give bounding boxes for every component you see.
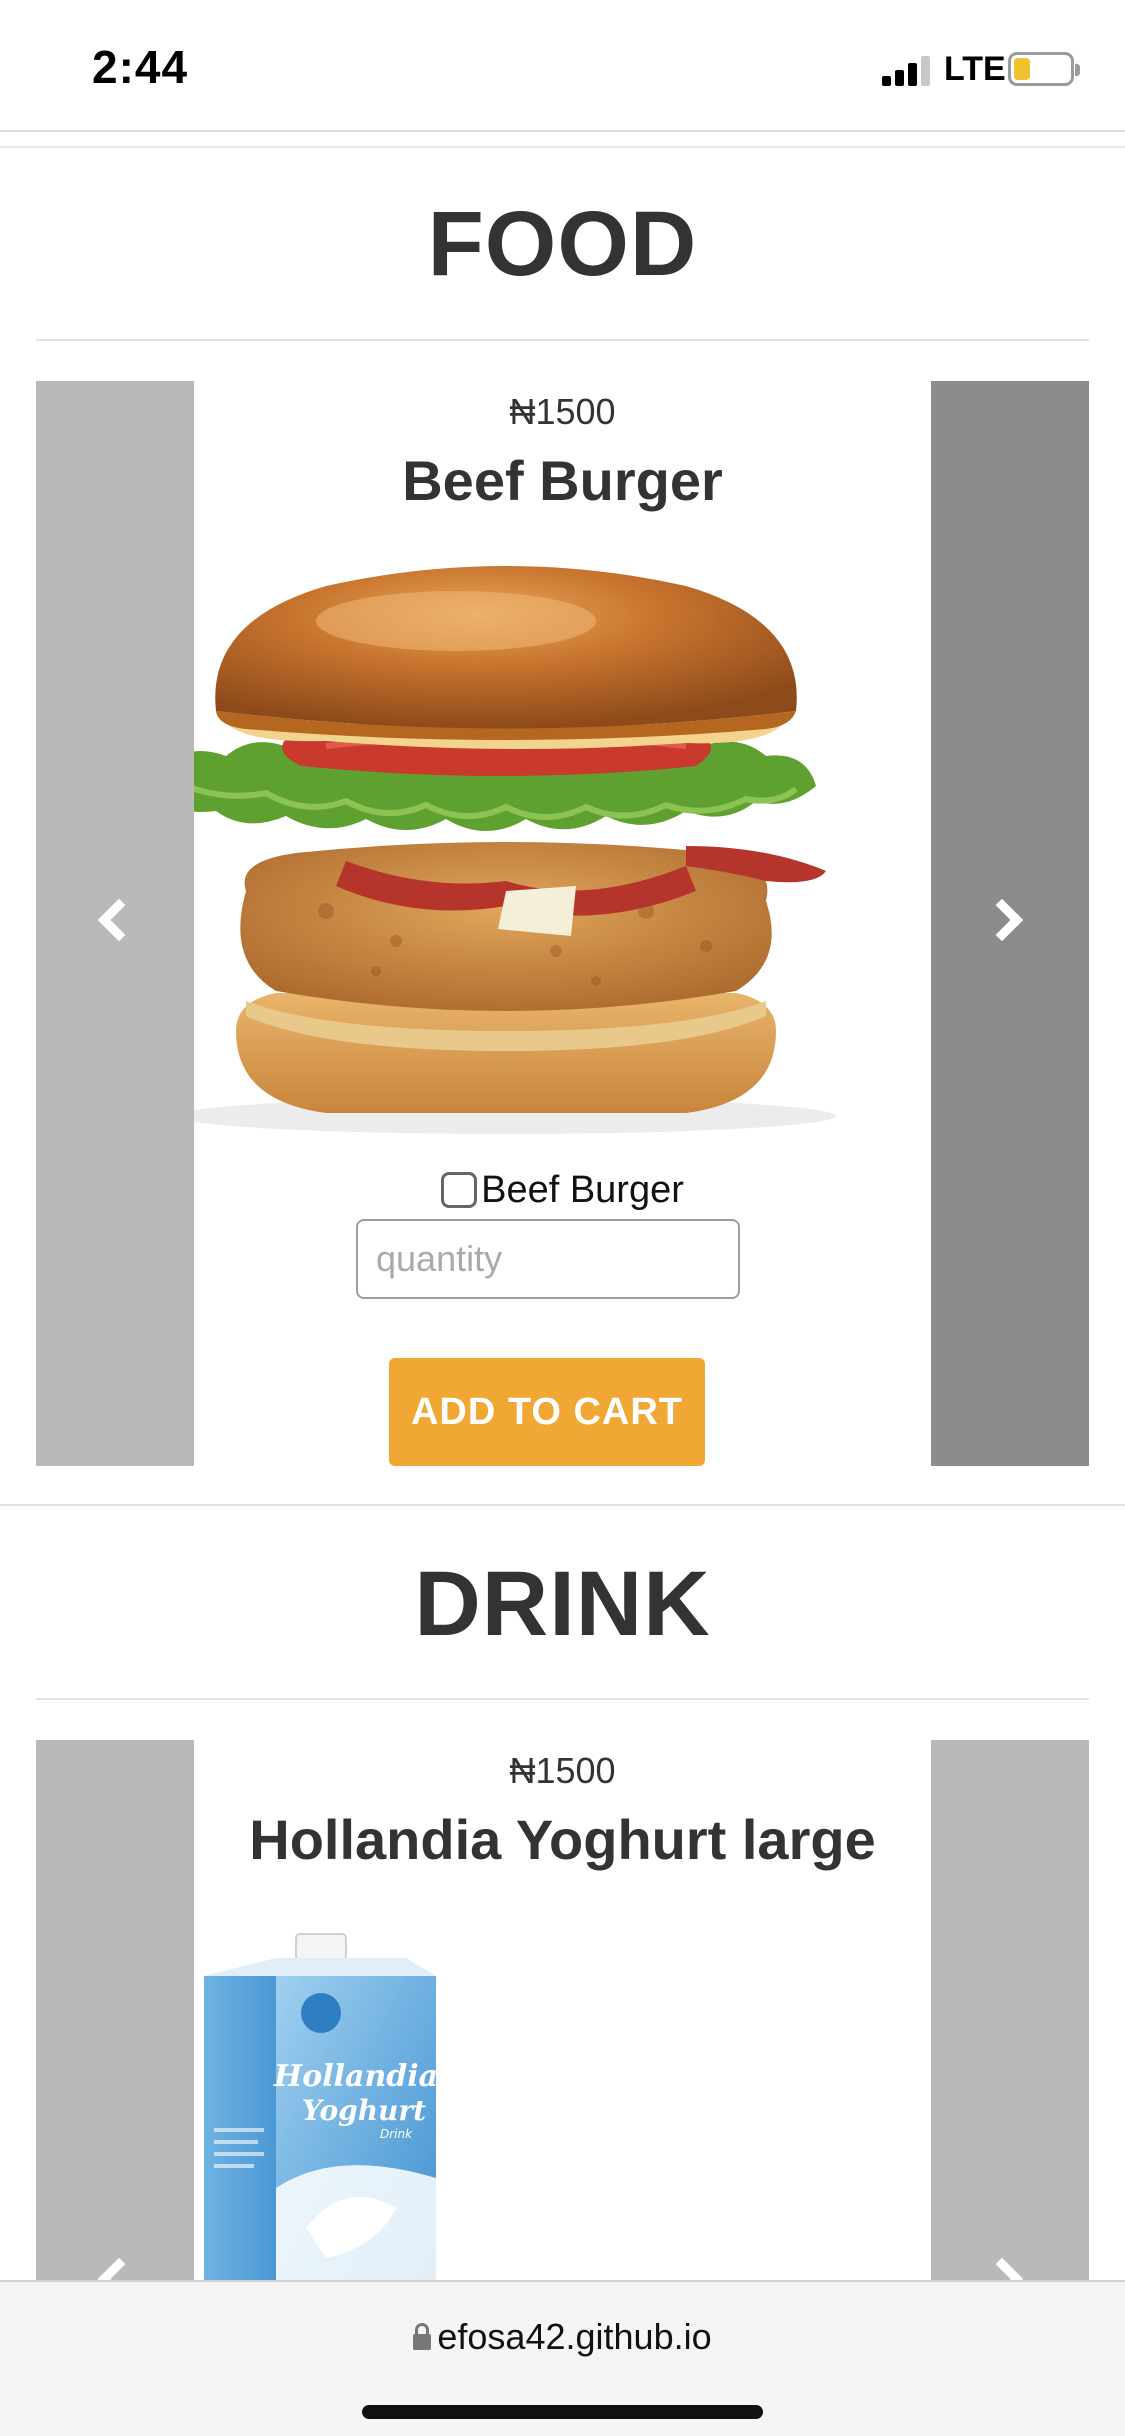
checkbox-label: Beef Burger [481,1169,684,1211]
signal-icon [882,54,932,86]
battery-icon [1008,52,1080,86]
address-bar[interactable]: efosa42.github.io [0,2316,1125,2358]
chevron-left-icon [97,898,141,942]
hollandia-yoghurt-image: Hollandia Yoghurt Drink [204,1933,438,2300]
network-label: LTE [944,50,1006,88]
status-bar: 2:44 LTE [0,0,1125,132]
beef-burger-image [156,566,836,1134]
section-divider [36,339,1089,341]
product-checkbox[interactable] [441,1172,478,1208]
add-to-cart-button[interactable]: ADD TO CART [389,1358,705,1466]
carousel-prev-button[interactable] [36,381,194,1466]
lock-icon [413,2323,432,2350]
home-indicator[interactable] [362,2405,763,2419]
food-carousel: ₦1500 Beef Burger Beef Burger quantity A… [36,381,1089,1466]
carton-sub: Drink [380,2127,413,2141]
carousel-next-button[interactable] [931,1740,1089,2300]
section-divider [0,1504,1125,1506]
divider [0,130,1125,132]
drink-carousel: ₦1500 Hollandia Yoghurt large Hollandia … [36,1740,1089,2300]
carton-product: Yoghurt [302,2094,426,2127]
chevron-right-icon [980,898,1024,942]
browser-bar: efosa42.github.io [0,2280,1125,2436]
section-divider [36,1698,1089,1700]
quantity-input[interactable] [356,1219,740,1299]
section-title-drink: DRINK [414,1553,711,1655]
section-title-food: FOOD [427,193,698,295]
carousel-next-button[interactable] [931,381,1089,1466]
divider [0,146,1125,148]
carousel-prev-button[interactable] [36,1740,194,2300]
page: 2:44 LTE FOOD ₦1500 Beef Burger Beef Bur… [0,0,1125,2436]
carton-brand: Hollandia [273,2059,438,2094]
url-text: efosa42.github.io [437,2316,712,2357]
status-time: 2:44 [92,41,189,93]
